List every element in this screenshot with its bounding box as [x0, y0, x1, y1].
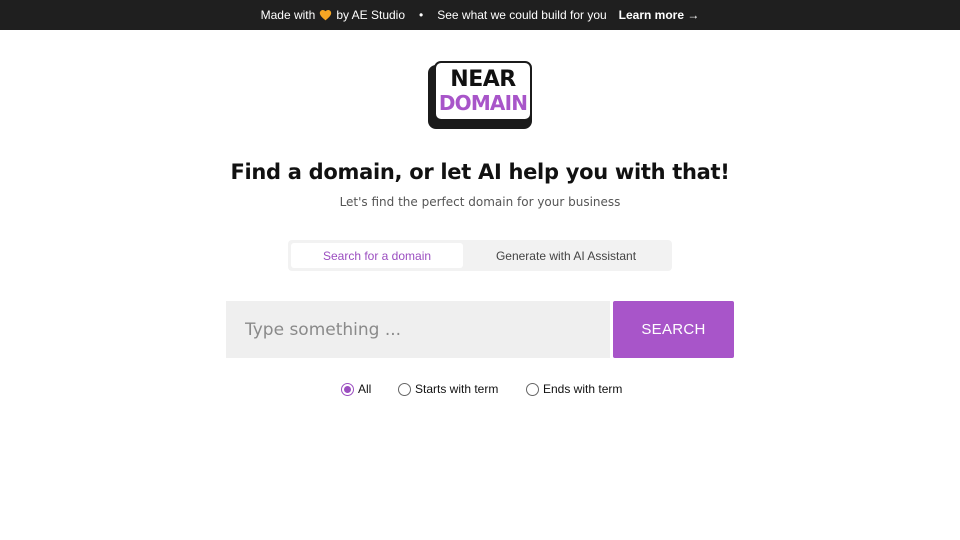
promo-banner: Made with by AE Studio • See what we cou… — [0, 0, 960, 30]
search-input[interactable] — [226, 301, 610, 358]
filter-all-label: All — [358, 382, 372, 396]
filter-ends-with[interactable]: Ends with term — [526, 382, 622, 396]
mode-tabs: Search for a domain Generate with AI Ass… — [288, 240, 672, 271]
match-filter-group: All Starts with term Ends with term — [0, 382, 960, 398]
logo-line-near: NEAR — [450, 67, 516, 92]
page-subtitle: Let's find the perfect domain for your b… — [339, 195, 621, 209]
radio-circle[interactable] — [341, 382, 354, 396]
tab-ai-assistant[interactable]: Generate with AI Assistant — [463, 243, 669, 268]
separator-dot: • — [419, 8, 424, 22]
filter-ends-with-label: Ends with term — [543, 382, 623, 396]
filter-starts-with-label: Starts with term — [415, 382, 499, 396]
heart-icon — [320, 10, 332, 21]
filter-all[interactable]: All — [341, 382, 371, 396]
learn-more-link[interactable]: Learn more → — [619, 8, 700, 22]
pitch-text: See what we could build for you — [437, 8, 607, 22]
made-with-label: Made with — [260, 8, 316, 22]
radio-circle[interactable] — [398, 382, 411, 396]
search-button[interactable]: SEARCH — [613, 301, 734, 358]
made-with-text: Made with by AE Studio — [261, 8, 405, 22]
filter-starts-with[interactable]: Starts with term — [398, 382, 498, 396]
logo-line-domain: DOMAIN — [438, 91, 528, 115]
tab-search-domain[interactable]: Search for a domain — [291, 243, 463, 268]
page-title: Find a domain, or let AI help you with t… — [230, 160, 730, 184]
near-domain-logo[interactable]: NEAR DOMAIN — [426, 59, 534, 131]
logo-card: NEAR DOMAIN — [434, 61, 532, 121]
studio-name: by AE Studio — [336, 8, 406, 22]
radio-circle[interactable] — [526, 382, 539, 396]
